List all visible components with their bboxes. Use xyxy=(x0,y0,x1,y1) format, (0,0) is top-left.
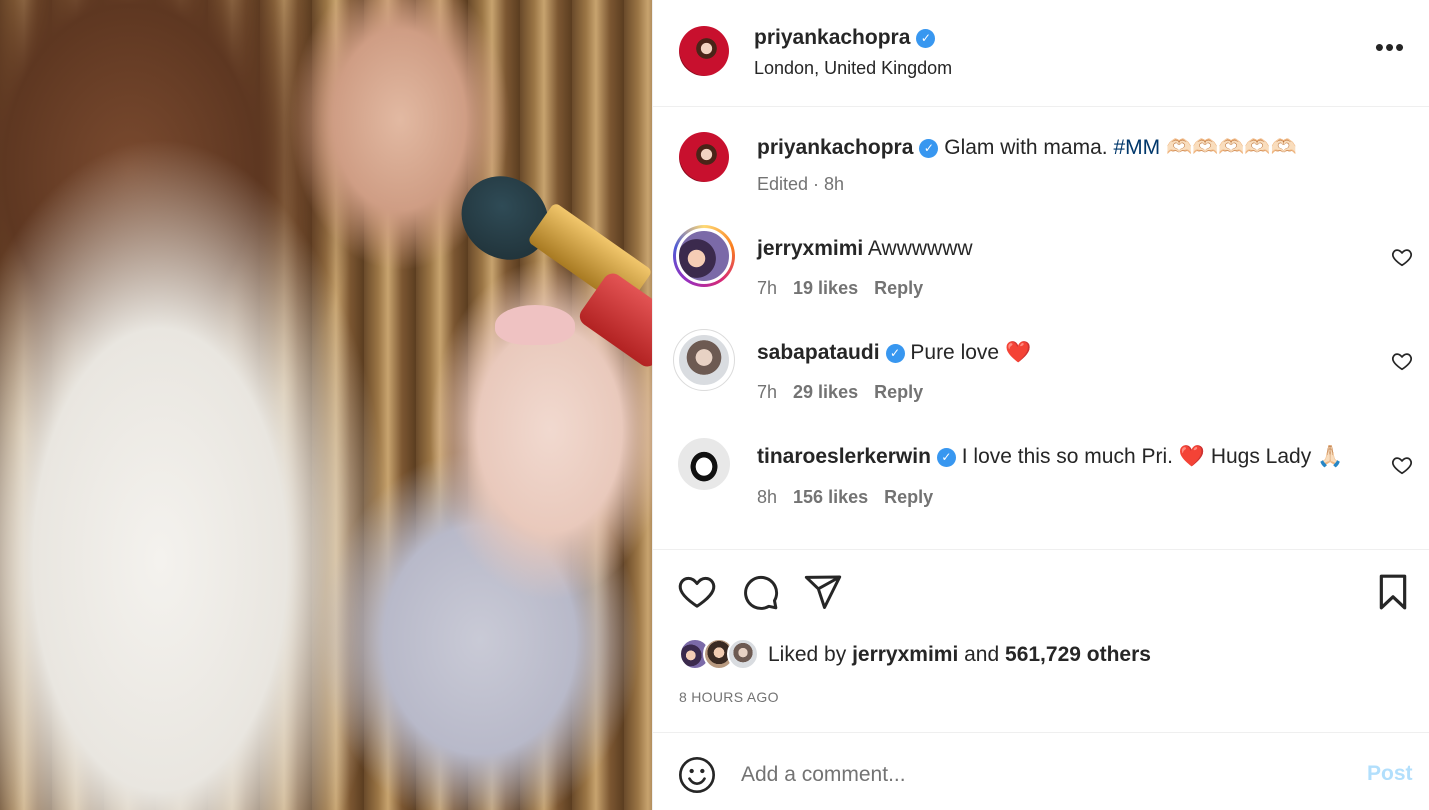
liked-by-user[interactable]: jerryxmimi xyxy=(852,643,958,666)
comment-bubble-icon[interactable] xyxy=(740,572,780,612)
verified-badge-icon: ✓ xyxy=(919,139,939,158)
liker-avatar xyxy=(727,638,759,670)
comment-likes[interactable]: 156 likes xyxy=(793,487,868,507)
red-heart-emoji: ❤️ xyxy=(1178,445,1205,468)
comment-username[interactable]: sabapataudi xyxy=(757,341,880,364)
verified-badge-icon: ✓ xyxy=(936,448,956,467)
like-comment-heart-icon[interactable] xyxy=(1391,246,1413,268)
like-comment-heart-icon[interactable] xyxy=(1391,454,1413,476)
share-send-icon[interactable] xyxy=(803,572,843,612)
avatar-image xyxy=(676,332,732,388)
add-comment-input[interactable] xyxy=(741,757,1301,793)
post-comment-button[interactable]: Post xyxy=(1367,762,1413,786)
post-photo[interactable] xyxy=(0,0,652,810)
caption-emoji: 🫶🏻🫶🏻🫶🏻🫶🏻🫶🏻 xyxy=(1160,136,1297,159)
verified-badge-icon: ✓ xyxy=(885,344,905,363)
comment-avatar[interactable] xyxy=(673,225,735,287)
praying-hands-emoji: 🙏🏻 xyxy=(1317,445,1344,468)
liked-by-text[interactable]: Liked by jerryxmimi and 561,729 others xyxy=(768,643,1151,667)
post-timestamp[interactable]: 8 HOURS AGO xyxy=(679,689,779,705)
comment-meta: 7h 19 likes Reply xyxy=(757,278,924,298)
post-header: priyankachopra ✓ London, United Kingdom •… xyxy=(653,0,1429,107)
comments-list[interactable]: priyankachopra ✓ Glam with mama. #MM 🫶🏻🫶🏻… xyxy=(653,108,1429,549)
caption-username[interactable]: priyankachopra xyxy=(757,136,913,159)
avatar-image xyxy=(675,435,733,493)
comment-meta: 8h 156 likes Reply xyxy=(757,487,934,507)
comment-username[interactable]: tinaroeslerkerwin xyxy=(757,445,931,468)
comment-text: sabapataudi ✓ Pure love ❤️ xyxy=(757,341,1032,364)
like-comment-heart-icon[interactable] xyxy=(1391,350,1413,372)
verified-badge-icon: ✓ xyxy=(916,29,936,48)
emoji-picker-icon[interactable] xyxy=(677,755,717,795)
comment-likes[interactable]: 19 likes xyxy=(793,278,858,298)
save-bookmark-icon[interactable] xyxy=(1373,572,1413,612)
comment-text: tinaroeslerkerwin ✓ I love this so much P… xyxy=(757,445,1344,468)
comment-text: jerryxmimi Awwwwww xyxy=(757,237,973,260)
comment-meta: 7h 29 likes Reply xyxy=(757,382,924,402)
more-options-icon[interactable]: ••• xyxy=(1373,32,1407,66)
author-avatar[interactable] xyxy=(679,26,729,76)
caption-meta: Edited · 8h xyxy=(757,174,845,194)
red-heart-emoji: ❤️ xyxy=(1004,341,1032,364)
comment-likes[interactable]: 29 likes xyxy=(793,382,858,402)
comment-avatar[interactable] xyxy=(673,329,735,391)
post-side-panel: priyankachopra ✓ London, United Kingdom •… xyxy=(652,0,1429,810)
reply-button[interactable]: Reply xyxy=(874,382,923,402)
reply-button[interactable]: Reply xyxy=(884,487,933,507)
post-location[interactable]: London, United Kingdom xyxy=(754,58,952,79)
avatar-image xyxy=(676,228,732,284)
like-heart-icon[interactable] xyxy=(677,572,717,612)
comment-username[interactable]: jerryxmimi xyxy=(757,237,863,260)
caption-avatar[interactable] xyxy=(679,132,729,182)
liked-by-others[interactable]: 561,729 others xyxy=(1005,643,1151,666)
baby-hair-bow xyxy=(495,305,575,345)
author-username[interactable]: priyankachopra ✓ xyxy=(754,26,936,50)
reply-button[interactable]: Reply xyxy=(874,278,923,298)
caption-text: priyankachopra ✓ Glam with mama. #MM 🫶🏻🫶🏻… xyxy=(757,136,1297,159)
add-comment-bar: Post xyxy=(653,732,1429,810)
post-actions: Liked by jerryxmimi and 561,729 others 8… xyxy=(653,549,1429,732)
comment-avatar[interactable] xyxy=(673,433,735,495)
hashtag-link[interactable]: #MM xyxy=(1113,136,1160,159)
